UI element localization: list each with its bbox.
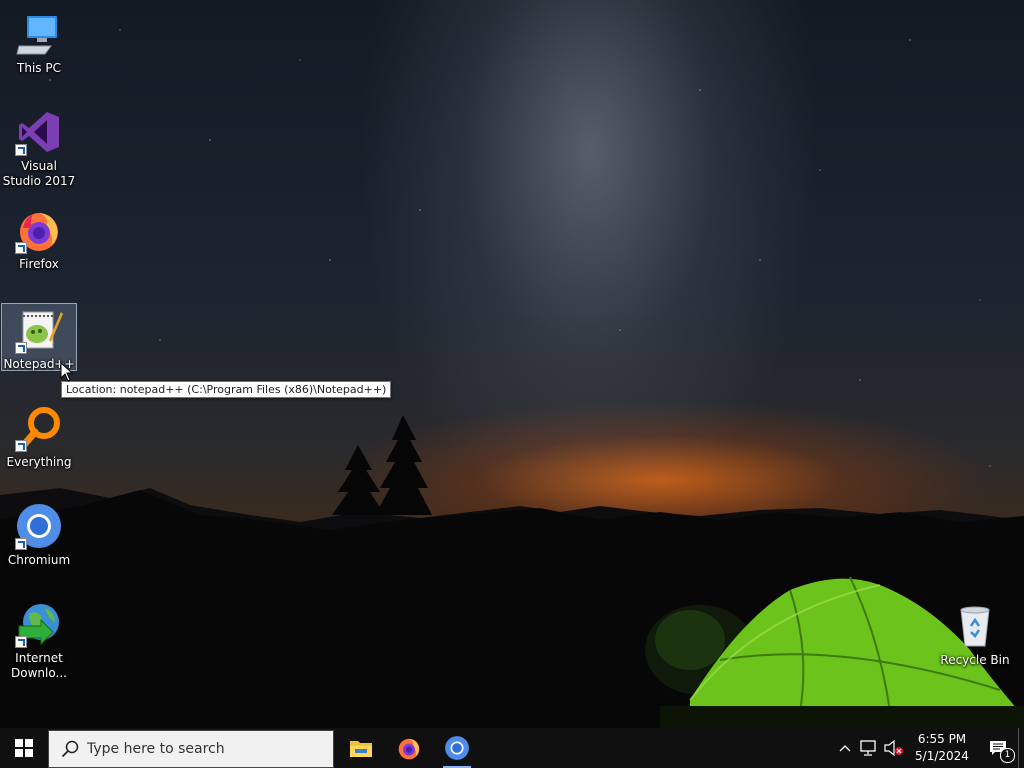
taskbar-firefox[interactable] xyxy=(385,728,433,768)
search-icon xyxy=(61,740,79,757)
desktop-icon-label: Firefox xyxy=(19,257,59,271)
desktop-icon-label: This PC xyxy=(17,61,61,75)
desktop-icon-recycle-bin[interactable]: Recycle Bin xyxy=(938,596,1012,668)
volume-muted-icon xyxy=(884,740,903,756)
desktop-icon-label: Visual Studio 2017 xyxy=(2,159,76,188)
file-explorer-icon xyxy=(350,741,372,757)
clock-time: 6:55 PM xyxy=(917,732,967,746)
desktop-wallpaper xyxy=(0,0,1024,728)
shortcut-arrow-icon xyxy=(15,636,27,648)
notification-count-badge: 1 xyxy=(1000,748,1015,763)
network-icon xyxy=(860,740,876,756)
desktop-icon-notepad-plus-plus[interactable]: Notepad++ xyxy=(1,303,77,371)
desktop-icon-firefox[interactable]: Firefox xyxy=(2,200,76,272)
chevron-up-icon xyxy=(839,745,851,752)
system-tray: 6:55 PM 5/1/2024 1 xyxy=(834,728,1024,768)
clock-date: 5/1/2024 xyxy=(915,749,969,763)
start-button[interactable] xyxy=(0,728,48,768)
shortcut-arrow-icon xyxy=(15,144,27,156)
firefox-icon xyxy=(15,206,63,254)
desktop-icon-label: Internet Downlo... xyxy=(11,651,67,680)
shortcut-arrow-icon xyxy=(15,440,27,452)
shortcut-arrow-icon xyxy=(15,242,27,254)
this-pc-icon xyxy=(15,10,63,58)
location-tooltip: Location: notepad++ (C:\Program Files (x… xyxy=(61,381,392,398)
search-placeholder: Type here to search xyxy=(87,740,225,757)
desktop-icon-visual-studio[interactable]: Visual Studio 2017 xyxy=(2,102,76,188)
visual-studio-icon xyxy=(15,108,63,156)
desktop-icon-label: Recycle Bin xyxy=(940,653,1010,667)
chromium-icon xyxy=(15,502,63,550)
shortcut-arrow-icon xyxy=(15,342,27,354)
desktop-icon-this-pc[interactable]: This PC xyxy=(2,4,76,75)
clock[interactable]: 6:55 PM 5/1/2024 xyxy=(906,728,978,768)
volume-button[interactable] xyxy=(882,728,906,768)
desktop-icon-chromium[interactable]: Chromium xyxy=(2,496,76,568)
mouse-cursor-icon xyxy=(60,362,74,382)
firefox-icon xyxy=(398,738,420,760)
windows-logo-icon xyxy=(15,739,33,757)
taskbar-search-box[interactable]: Type here to search xyxy=(48,729,334,768)
desktop-icon-label: Everything xyxy=(6,455,72,469)
show-hidden-icons-button[interactable] xyxy=(834,728,856,768)
desktop-icon-internet-download-manager[interactable]: Internet Downlo... xyxy=(2,594,76,682)
taskbar-file-explorer[interactable] xyxy=(337,728,385,768)
internet-download-manager-icon xyxy=(15,600,63,648)
taskbar: Type here to search 6:55 PM 5/1/2024 1 xyxy=(0,728,1024,768)
chromium-icon xyxy=(445,736,469,760)
landscape-scenery xyxy=(0,415,1024,728)
desktop-icon-label: Chromium xyxy=(7,553,71,567)
action-center-button[interactable]: 1 xyxy=(978,728,1018,768)
shortcut-arrow-icon xyxy=(15,538,27,550)
recycle-bin-icon xyxy=(951,602,999,650)
desktop-icon-everything[interactable]: Everything xyxy=(2,398,76,470)
taskbar-chromium[interactable] xyxy=(433,728,481,768)
notepad-plus-plus-icon xyxy=(15,306,63,354)
network-status-button[interactable] xyxy=(856,728,882,768)
show-desktop-button[interactable] xyxy=(1018,728,1024,768)
everything-search-icon xyxy=(15,404,63,452)
